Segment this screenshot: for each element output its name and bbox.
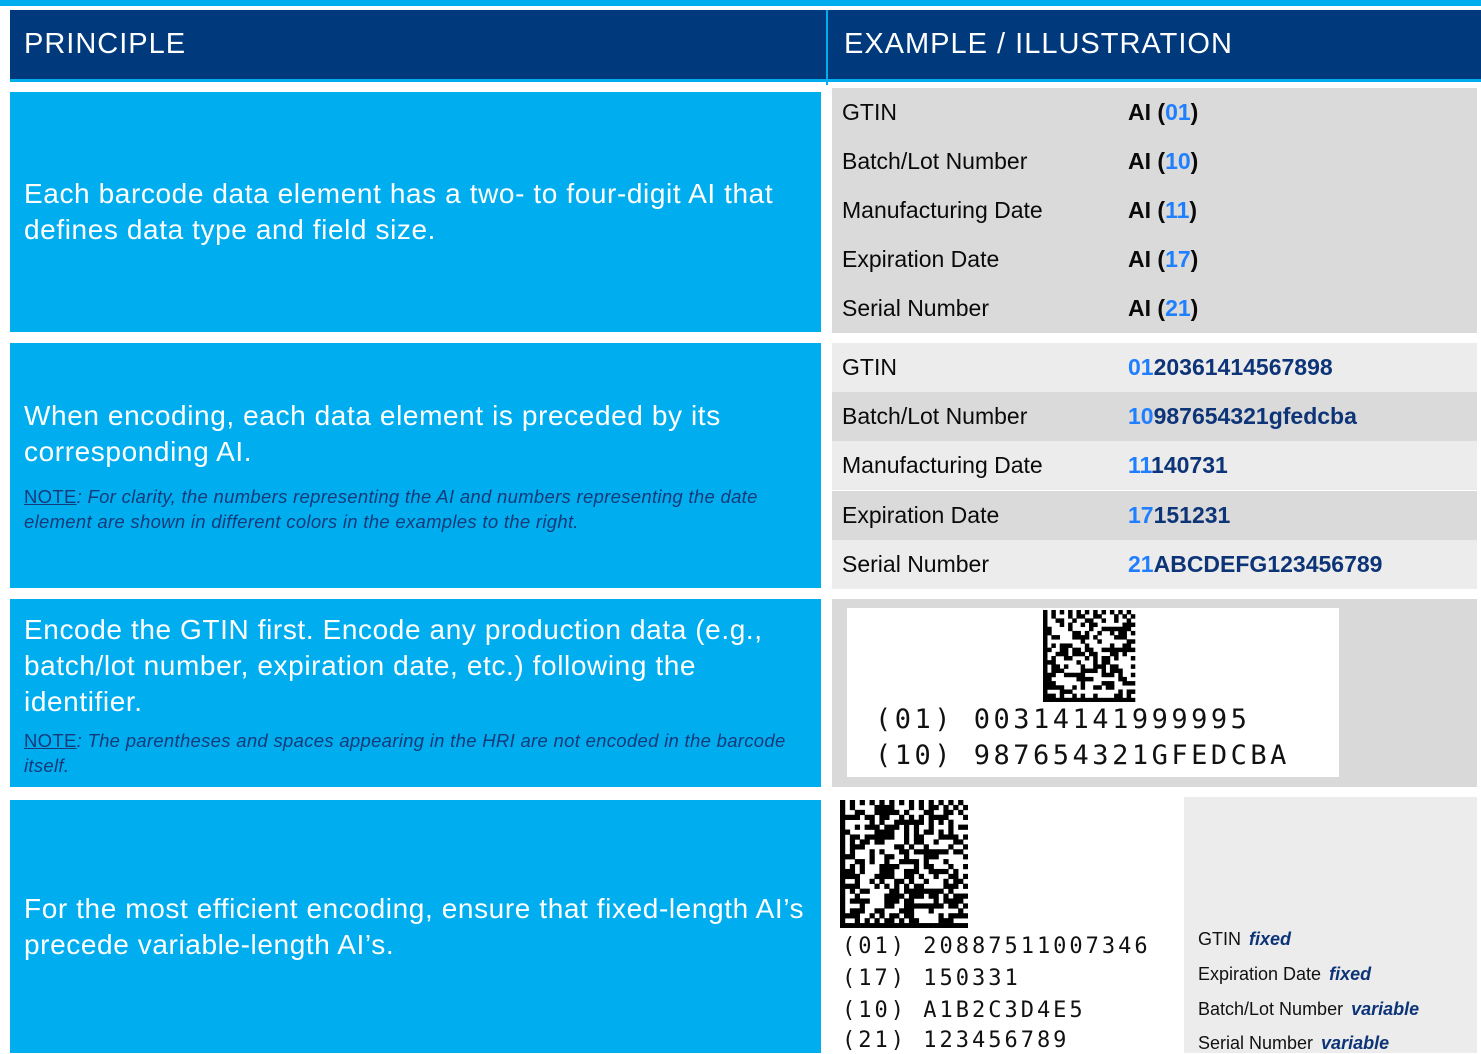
example-value: 17151231	[1128, 502, 1231, 528]
example-row: Batch/Lot Number AI (10)	[832, 137, 1477, 186]
hri-line: (10) A1B2C3D4E5	[842, 998, 1086, 1023]
example-label: Manufacturing Date	[842, 452, 1043, 478]
legend-label: Serial Number	[1198, 1033, 1314, 1053]
legend-type: fixed	[1249, 929, 1292, 949]
hri-line: (10) 987654321GFEDCBA	[875, 740, 1290, 771]
example-row: Expiration Date AI (17)	[832, 235, 1477, 284]
legend-type: fixed	[1329, 964, 1372, 984]
legend-label: Batch/Lot Number	[1198, 999, 1344, 1019]
example-value: 0120361414567898	[1128, 354, 1333, 380]
example-row: Batch/Lot Number 10987654321gfedcba	[832, 392, 1477, 441]
example-label: Expiration Date	[842, 246, 1000, 272]
legend-item: Batch/Lot Number variable	[1198, 999, 1419, 1020]
note-label: NOTE	[24, 485, 77, 507]
example-value: AI (10)	[1128, 148, 1199, 174]
note-2: NOTE: For clarity, the numbers represent…	[24, 484, 807, 534]
example-label: Batch/Lot Number	[842, 148, 1028, 174]
principle-cell-1: Each barcode data element has a two- to …	[10, 92, 821, 332]
example-value: AI (21)	[1128, 295, 1199, 321]
principle-cell-2: When encoding, each data element is prec…	[10, 343, 821, 588]
example-label: Serial Number	[842, 551, 989, 577]
datamatrix-barcode-1	[1043, 610, 1136, 702]
principle-text-2: When encoding, each data element is prec…	[24, 399, 721, 467]
hri-line: (17) 150331	[842, 966, 1021, 991]
principle-text-4: For the most efficient encoding, ensure …	[24, 892, 805, 960]
principle-text-1: Each barcode data element has a two- to …	[24, 178, 774, 245]
header-principle-label: PRINCIPLE	[24, 28, 187, 60]
example-row: GTIN AI (01)	[832, 88, 1477, 137]
ai-code: 17	[1165, 246, 1191, 272]
ai-code: 10	[1128, 403, 1154, 429]
example-row: Serial Number AI (21)	[832, 284, 1477, 333]
legend-label: GTIN	[1198, 929, 1241, 949]
barcode-panel-1: (01) 00314141999995 (10) 987654321GFEDCB…	[832, 599, 1477, 787]
barcode-label-1: (01) 00314141999995 (10) 987654321GFEDCB…	[847, 608, 1339, 777]
ai-code: 01	[1128, 354, 1154, 380]
note-3: NOTE: The parentheses and spaces appeari…	[24, 728, 807, 778]
legend-type: variable	[1321, 1033, 1390, 1053]
example-label: GTIN	[842, 354, 897, 380]
example-value: AI (01)	[1128, 99, 1199, 125]
header-principle: PRINCIPLE	[10, 10, 826, 82]
ai-code: 01	[1165, 99, 1191, 125]
datamatrix-barcode-2	[840, 800, 968, 928]
ai-code: 21	[1165, 295, 1191, 321]
hri-line: (01) 00314141999995	[875, 704, 1251, 735]
example-label: Serial Number	[842, 295, 989, 321]
principle-text-3: Encode the GTIN first. Encode any produc…	[24, 614, 763, 717]
header-example: EXAMPLE / ILLUSTRATION	[828, 10, 1481, 82]
example-value: 21ABCDEFG123456789	[1128, 551, 1383, 577]
legend-type: variable	[1351, 999, 1420, 1019]
example-row: Serial Number 21ABCDEFG123456789	[832, 540, 1477, 589]
hri-line: (21) 123456789	[842, 1028, 1070, 1053]
note-text: : For clarity, the numbers representing …	[24, 485, 758, 532]
example-value: 10987654321gfedcba	[1128, 403, 1357, 429]
legend-item: Serial Number variable	[1198, 1033, 1389, 1054]
ai-code: 21	[1128, 551, 1154, 577]
example-row: GTIN 0120361414567898	[832, 343, 1477, 392]
example-label: Manufacturing Date	[842, 197, 1043, 223]
example-label: Expiration Date	[842, 502, 1000, 528]
principle-cell-4: For the most efficient encoding, ensure …	[10, 800, 821, 1053]
legend-label: Expiration Date	[1198, 964, 1322, 984]
legend-item: Expiration Date fixed	[1198, 964, 1371, 985]
top-accent-line	[0, 0, 1481, 8]
ai-code: 10	[1165, 148, 1191, 174]
example-value: AI (17)	[1128, 246, 1199, 272]
ai-code: 11	[1165, 197, 1190, 223]
principle-cell-3: Encode the GTIN first. Encode any produc…	[10, 599, 821, 787]
header-example-label: EXAMPLE / ILLUSTRATION	[844, 28, 1233, 60]
example-value: AI (11)	[1128, 197, 1198, 223]
hri-line: (01) 20887511007346	[842, 934, 1151, 959]
note-text: : The parentheses and spaces appearing i…	[24, 730, 786, 776]
ai-code: 17	[1128, 502, 1154, 528]
example-value: 11140731	[1128, 452, 1228, 478]
example-label: GTIN	[842, 99, 897, 125]
example-row: Expiration Date 17151231	[832, 491, 1477, 540]
example-label: Batch/Lot Number	[842, 403, 1028, 429]
ai-code: 11	[1128, 452, 1152, 478]
legend-item: GTIN fixed	[1198, 929, 1291, 950]
note-label: NOTE	[24, 730, 77, 751]
example-row: Manufacturing Date AI (11)	[832, 186, 1477, 235]
example-row: Manufacturing Date 11140731	[832, 441, 1477, 490]
